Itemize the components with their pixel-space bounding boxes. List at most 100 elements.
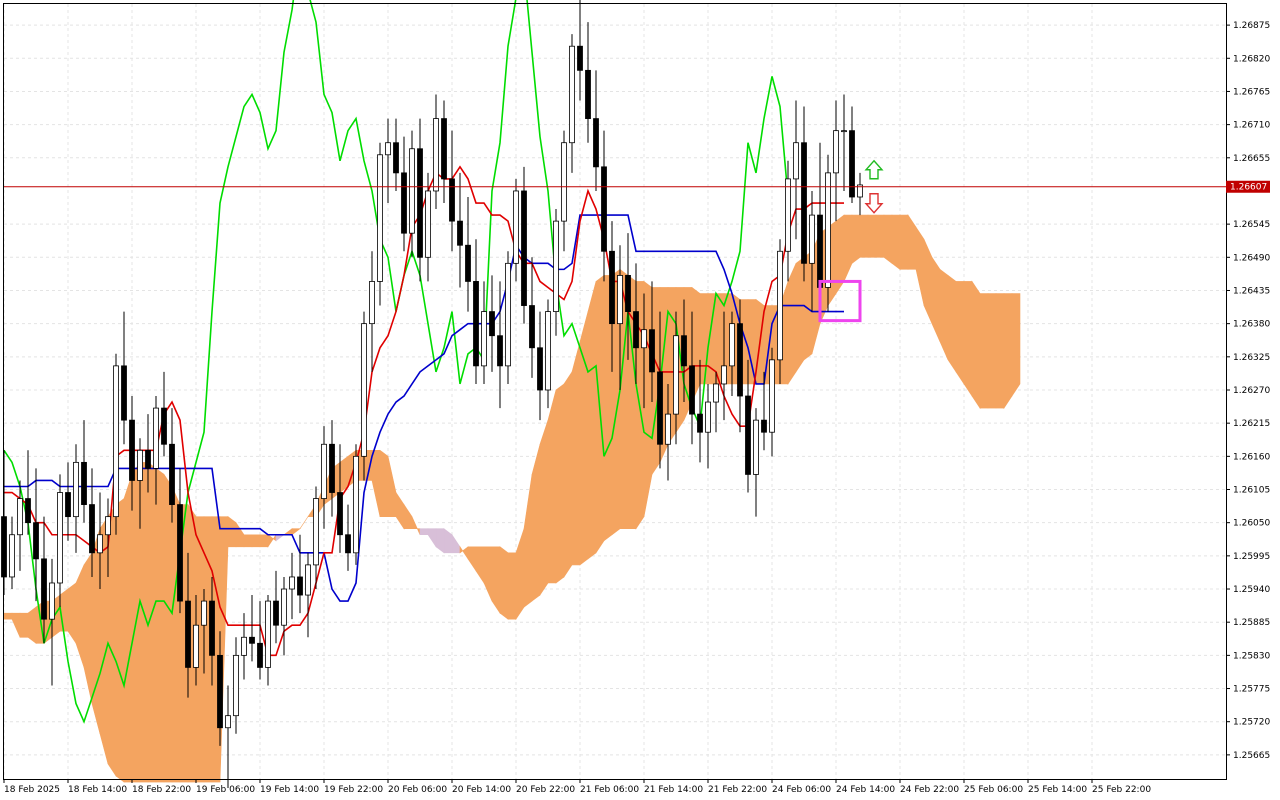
candle-body (65, 492, 71, 518)
candle-body (481, 311, 487, 367)
candle-body (257, 642, 263, 668)
candle-body (633, 311, 639, 349)
y-tick-label: 1.26765 (1233, 87, 1270, 97)
y-tick-label: 1.26105 (1233, 486, 1270, 496)
y-tick-label: 1.26215 (1233, 419, 1270, 429)
kumo-segment (547, 389, 557, 584)
candle-body (353, 455, 359, 554)
kumo-segment (987, 293, 997, 409)
candle-body (617, 275, 623, 325)
candle-body (193, 624, 199, 668)
kumo-segment (19, 612, 29, 638)
candle-body (57, 492, 63, 584)
candle-body (553, 220, 559, 312)
kumo-segment (571, 341, 581, 566)
candle-body (457, 220, 463, 246)
candle-body (681, 335, 687, 367)
candle-body (137, 449, 143, 481)
candle-body (577, 45, 583, 71)
candle-body (273, 600, 279, 626)
x-tick-label: 19 Feb 14:00 (260, 785, 319, 795)
candle-body (225, 715, 231, 729)
candle-body (241, 636, 247, 656)
candle-body (737, 323, 743, 397)
kumo-segment (699, 293, 709, 385)
candle-body (665, 413, 671, 445)
candle-body (793, 142, 799, 180)
candle-body (169, 443, 175, 505)
candle-body (97, 534, 103, 554)
candle-body (377, 154, 383, 282)
candle-body (689, 365, 695, 415)
candle-body (265, 600, 271, 668)
candle-body (769, 359, 775, 433)
kumo-segment (851, 214, 861, 264)
y-tick-label: 1.26545 (1233, 220, 1270, 230)
candle-body (313, 498, 319, 566)
candle-body (697, 413, 703, 433)
kumo-segment (123, 474, 133, 783)
candle-body (809, 214, 815, 264)
x-tick-label: 24 Feb 06:00 (772, 785, 831, 795)
candle-body (673, 335, 679, 415)
x-tick-label: 25 Feb 06:00 (964, 785, 1023, 795)
x-tick-label: 24 Feb 14:00 (836, 785, 895, 795)
candle-body (521, 190, 527, 306)
x-tick-label: 25 Feb 22:00 (1092, 785, 1151, 795)
y-tick-label: 1.25995 (1233, 552, 1270, 562)
kumo-segment (91, 528, 101, 734)
kumo-segment (787, 263, 797, 385)
candle (505, 251, 511, 384)
kumo-segment (883, 214, 893, 264)
candle (377, 142, 383, 306)
candle-body (73, 461, 79, 518)
candle-body (545, 311, 551, 391)
x-tick-label: 24 Feb 22:00 (900, 785, 959, 795)
candle-body (249, 636, 255, 644)
candle-body (593, 118, 599, 168)
y-tick-label: 1.25720 (1233, 718, 1270, 728)
candle-body (601, 166, 607, 252)
candle-body (625, 275, 631, 312)
candle-body (233, 654, 239, 717)
kumo-segment (995, 293, 1005, 409)
candle-body (713, 383, 719, 403)
kumo-segment (259, 534, 269, 548)
candle-body (33, 522, 39, 560)
candle-body (369, 281, 375, 325)
candle-body (105, 516, 111, 536)
y-tick-label: 1.25665 (1233, 751, 1270, 761)
kumo-segment (1003, 293, 1013, 410)
candle-body (321, 443, 327, 499)
kumo-segment (563, 370, 573, 578)
candle-body (441, 118, 447, 180)
candle-body (529, 305, 535, 349)
kumo-segment (155, 467, 165, 783)
candle-body (801, 142, 807, 264)
kumo-segment (27, 606, 37, 644)
candle-body (121, 365, 127, 421)
kumo-segment (107, 503, 117, 777)
ichimoku-candlestick-chart[interactable]: 1.26875 1.26820 1.26765 1.26710 1.26655 1.265… (0, 0, 1280, 800)
candle-body (705, 401, 711, 433)
x-tick-label: 18 Feb 2025 (4, 785, 60, 795)
candle-body (785, 178, 791, 252)
candle-body (361, 323, 367, 457)
candle-body (825, 172, 831, 288)
candle (361, 311, 367, 481)
kumo-segment (499, 546, 509, 620)
kumo-segment (251, 534, 261, 548)
y-tick-label: 1.26325 (1233, 353, 1270, 363)
y-tick-label: 1.26270 (1233, 386, 1270, 396)
candle-body (745, 395, 751, 475)
candle-body (41, 558, 47, 620)
x-tick-label: 21 Feb 14:00 (644, 785, 703, 795)
candle-body (337, 492, 343, 536)
kumo-segment (3, 612, 13, 620)
candle-body (385, 142, 391, 156)
candle-body (289, 576, 295, 590)
candle-body (209, 600, 215, 656)
y-tick-label: 1.25940 (1233, 585, 1270, 595)
candle-body (537, 347, 543, 391)
candle-body (25, 498, 31, 524)
